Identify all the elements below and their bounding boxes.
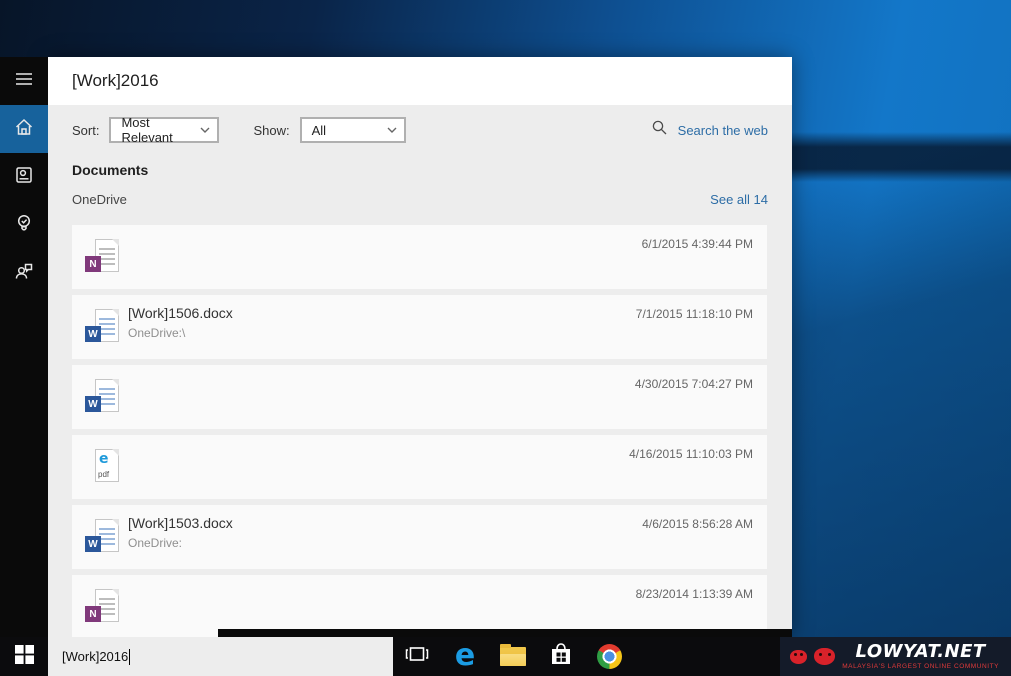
store-icon <box>549 641 573 672</box>
see-all-link[interactable]: See all 14 <box>710 192 768 208</box>
panel-header: [Work]2016 <box>48 57 792 105</box>
text-cursor <box>129 649 130 665</box>
group-label: OneDrive <box>72 192 127 208</box>
result-row[interactable]: e pdf 4/16/2015 11:10:03 PM <box>72 435 767 499</box>
result-date: 7/1/2015 11:18:10 PM <box>636 307 753 321</box>
onenote-document-icon: N <box>86 588 120 626</box>
section-heading: Documents <box>72 162 768 178</box>
person-feedback-icon <box>14 261 34 286</box>
search-the-web-label: Search the web <box>678 123 768 138</box>
devil-face-icon <box>790 650 807 664</box>
watermark-name: LOWYAT.NET <box>856 643 986 661</box>
task-view-icon <box>404 645 430 668</box>
result-date: 4/30/2015 7:04:27 PM <box>635 377 753 391</box>
result-title: [Work]1506.docx <box>128 305 233 321</box>
result-date: 6/1/2015 4:39:44 PM <box>642 237 753 251</box>
show-dropdown[interactable]: All <box>300 117 406 143</box>
cortana-sidebar <box>0 57 48 637</box>
chrome-icon <box>597 644 622 669</box>
chrome-button[interactable] <box>585 637 633 676</box>
results-list: N 6/1/2015 4:39:44 PM W [Work]1506.docx … <box>48 225 792 637</box>
file-explorer-icon <box>500 647 526 666</box>
start-button[interactable] <box>0 637 48 676</box>
home-button[interactable] <box>0 105 48 153</box>
search-query-title: [Work]2016 <box>72 71 159 91</box>
result-date: 4/6/2015 8:56:28 AM <box>642 517 753 531</box>
menu-button[interactable] <box>0 57 48 105</box>
result-row[interactable]: W [Work]1503.docx OneDrive: 4/6/2015 8:5… <box>72 505 767 569</box>
lightbulb-check-icon <box>14 213 34 238</box>
result-title: [Work]1503.docx <box>128 515 233 531</box>
result-subtitle: OneDrive:\ <box>128 326 185 340</box>
search-the-web-link[interactable]: Search the web <box>651 119 768 141</box>
result-date: 8/23/2014 1:13:39 AM <box>636 587 753 601</box>
result-row[interactable]: N 8/23/2014 1:13:39 AM <box>72 575 767 637</box>
search-results-panel: [Work]2016 Sort: Most Relevant Show: All… <box>48 57 792 637</box>
notebook-icon <box>14 165 34 190</box>
hamburger-icon <box>14 69 34 94</box>
result-row[interactable]: W [Work]1506.docx OneDrive:\ 7/1/2015 11… <box>72 295 767 359</box>
show-label: Show: <box>253 123 289 138</box>
edge-button[interactable]: e <box>441 637 489 676</box>
task-view-button[interactable] <box>393 637 441 676</box>
result-row[interactable]: W 4/30/2015 7:04:27 PM <box>72 365 767 429</box>
result-subtitle: OneDrive: <box>128 536 182 550</box>
lowyat-watermark: LOWYAT.NET MALAYSIA'S LARGEST ONLINE COM… <box>780 637 1011 676</box>
edge-pdf-document-icon: e pdf <box>86 448 120 486</box>
show-dropdown-value: All <box>312 123 326 138</box>
taskbar: [Work]2016 e LOWYAT.NET MALAYSIA'S LARGE… <box>0 637 1011 676</box>
filter-bar: Sort: Most Relevant Show: All Search the… <box>48 105 792 155</box>
watermark-tagline: MALAYSIA'S LARGEST ONLINE COMMUNITY <box>842 663 999 670</box>
taskbar-search-value: [Work]2016 <box>62 649 128 664</box>
word-document-icon: W <box>86 308 120 346</box>
home-icon <box>14 117 34 142</box>
edge-icon: e <box>455 643 475 670</box>
sort-label: Sort: <box>72 123 99 138</box>
chevron-down-icon <box>387 127 397 133</box>
reminders-button[interactable] <box>0 201 48 249</box>
feedback-button[interactable] <box>0 249 48 297</box>
sort-dropdown-value: Most Relevant <box>121 115 192 145</box>
devil-face-icon <box>814 648 835 665</box>
result-date: 4/16/2015 11:10:03 PM <box>629 447 753 461</box>
notebook-button[interactable] <box>0 153 48 201</box>
onenote-document-icon: N <box>86 238 120 276</box>
store-button[interactable] <box>537 637 585 676</box>
word-document-icon: W <box>86 518 120 556</box>
windows-logo-icon <box>15 645 34 669</box>
word-document-icon: W <box>86 378 120 416</box>
result-row[interactable]: N 6/1/2015 4:39:44 PM <box>72 225 767 289</box>
file-explorer-button[interactable] <box>489 637 537 676</box>
sort-dropdown[interactable]: Most Relevant <box>109 117 219 143</box>
group-row: OneDrive See all 14 <box>72 192 768 208</box>
redaction-bar <box>218 629 792 637</box>
chevron-down-icon <box>200 127 210 133</box>
taskbar-search-input[interactable]: [Work]2016 <box>48 637 393 676</box>
search-icon <box>651 119 668 141</box>
